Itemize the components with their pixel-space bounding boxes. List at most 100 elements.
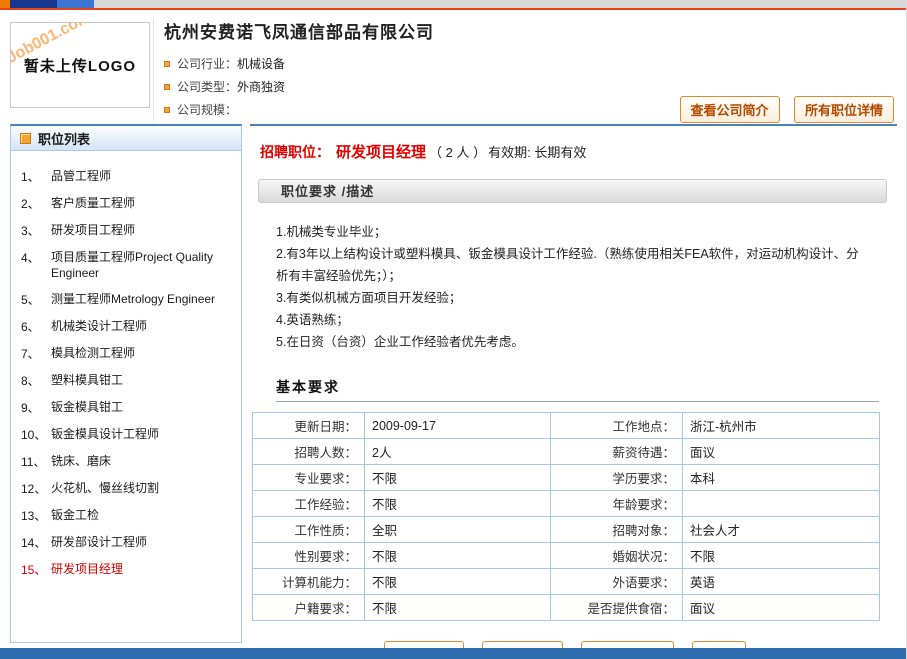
req-value: 2009-09-17	[365, 413, 551, 439]
job-list-item[interactable]: 2、客户质量工程师	[21, 190, 237, 217]
topbar-blue-segment	[57, 0, 94, 8]
job-item-label: 项目质量工程师Project Quality Engineer	[51, 249, 237, 281]
job-list-header: 职位列表	[11, 126, 241, 151]
job-item-number: 6、	[21, 318, 51, 335]
list-icon	[20, 133, 31, 144]
company-logo-placeholder: Job001.com 暂未上传LOGO	[10, 22, 150, 108]
logo-placeholder-text: 暂未上传LOGO	[24, 55, 136, 76]
job-item-label: 测量工程师Metrology Engineer	[51, 291, 237, 308]
table-row: 工作经验：不限年龄要求：	[253, 491, 880, 517]
job-item-label: 钣金模具设计工程师	[51, 426, 237, 443]
job-item-label: 研发项目经理	[51, 561, 237, 578]
req-value: 不限	[365, 569, 551, 595]
bottom-bar	[0, 648, 906, 659]
job-item-number: 5、	[21, 291, 51, 308]
req-value: 全职	[365, 517, 551, 543]
description-section-header: 职位要求 /描述	[258, 179, 887, 203]
req-label: 学历要求：	[551, 465, 683, 491]
job-item-number: 15、	[21, 561, 51, 578]
requirements-table: 更新日期：2009-09-17工作地点：浙江-杭州市招聘人数：2人薪资待遇：面议…	[252, 412, 880, 621]
req-value: 2人	[365, 439, 551, 465]
req-label: 薪资待遇：	[551, 439, 683, 465]
job-item-number: 2、	[21, 195, 51, 212]
job-list-item[interactable]: 4、项目质量工程师Project Quality Engineer	[21, 244, 237, 286]
description-line: 3.有类似机械方面项目开发经验；	[276, 287, 861, 309]
requirements-table-body: 更新日期：2009-09-17工作地点：浙江-杭州市招聘人数：2人薪资待遇：面议…	[253, 413, 880, 621]
table-row: 户籍要求：不限是否提供食宿：面议	[253, 595, 880, 621]
job-item-label: 钣金模具钳工	[51, 399, 237, 416]
position-name: 研发项目经理	[336, 144, 426, 161]
job-list-item[interactable]: 3、研发项目工程师	[21, 217, 237, 244]
req-label: 户籍要求：	[253, 595, 365, 621]
job-list-item[interactable]: 15、研发项目经理	[21, 556, 237, 583]
all-jobs-detail-button[interactable]: 所有职位详情	[794, 96, 894, 123]
job-list-item[interactable]: 13、钣金工检	[21, 502, 237, 529]
job-list-item[interactable]: 5、测量工程师Metrology Engineer	[21, 286, 237, 313]
description-title: 职位要求 /描述	[281, 184, 374, 199]
description-line: 4.英语熟练；	[276, 309, 861, 331]
view-company-profile-button[interactable]: 查看公司简介	[680, 96, 780, 123]
company-header: Job001.com 暂未上传LOGO 杭州安费诺飞凤通信部品有限公司 公司行业…	[0, 10, 906, 122]
field-value: 外商独资	[237, 78, 285, 95]
job-list-item[interactable]: 10、钣金模具设计工程师	[21, 421, 237, 448]
header-buttons: 查看公司简介 所有职位详情	[670, 96, 894, 123]
job-item-label: 机械类设计工程师	[51, 318, 237, 335]
table-row: 招聘人数：2人薪资待遇：面议	[253, 439, 880, 465]
position-label: 招聘职位：	[260, 144, 330, 160]
job-item-label: 研发项目工程师	[51, 222, 237, 239]
req-label: 性别要求：	[253, 543, 365, 569]
table-row: 更新日期：2009-09-17工作地点：浙江-杭州市	[253, 413, 880, 439]
bullet-icon	[164, 107, 170, 113]
description-line: 2.有3年以上结构设计或塑料模具、钣金模具设计工作经验.（熟练使用相关FEA软件…	[276, 243, 861, 287]
field-value: 机械设备	[237, 55, 285, 72]
req-label: 招聘人数：	[253, 439, 365, 465]
basic-requirements-title: 基本要求	[276, 379, 340, 395]
topbar-gray-segment	[94, 0, 906, 8]
req-label: 工作地点：	[551, 413, 683, 439]
job-item-label: 模具检测工程师	[51, 345, 237, 362]
req-value: 不限	[365, 491, 551, 517]
field-label: 公司规模：	[177, 101, 237, 118]
req-value: 面议	[683, 595, 880, 621]
req-label: 招聘对象：	[551, 517, 683, 543]
bullet-icon	[164, 61, 170, 67]
sidebar: 职位列表 1、品管工程师2、客户质量工程师3、研发项目工程师4、项目质量工程师P…	[10, 124, 242, 643]
job-item-number: 10、	[21, 426, 51, 443]
job-list-item[interactable]: 8、塑料模具钳工	[21, 367, 237, 394]
job-item-label: 研发部设计工程师	[51, 534, 237, 551]
job-item-number: 9、	[21, 399, 51, 416]
description-line: 5.在日资（台资）企业工作经验者优先考虑。	[276, 331, 861, 353]
req-label: 婚姻状况：	[551, 543, 683, 569]
req-value: 英语	[683, 569, 880, 595]
job-list-item[interactable]: 6、机械类设计工程师	[21, 313, 237, 340]
job-item-number: 7、	[21, 345, 51, 362]
req-value: 不限	[365, 465, 551, 491]
field-label: 公司行业：	[177, 55, 237, 72]
job-list-item[interactable]: 14、研发部设计工程师	[21, 529, 237, 556]
table-row: 性别要求：不限婚姻状况：不限	[253, 543, 880, 569]
job-item-label: 钣金工检	[51, 507, 237, 524]
company-name: 杭州安费诺飞凤通信部品有限公司	[164, 18, 434, 43]
page: Job001.com 暂未上传LOGO 杭州安费诺飞凤通信部品有限公司 公司行业…	[0, 0, 907, 659]
table-row: 专业要求：不限学历要求：本科	[253, 465, 880, 491]
job-list: 1、品管工程师2、客户质量工程师3、研发项目工程师4、项目质量工程师Projec…	[11, 151, 241, 583]
job-list-item[interactable]: 1、品管工程师	[21, 163, 237, 190]
topbar-navy-segment	[10, 0, 57, 8]
job-list-item[interactable]: 12、火花机、慢丝线切割	[21, 475, 237, 502]
job-item-label: 品管工程师	[51, 168, 237, 185]
company-info: 杭州安费诺飞凤通信部品有限公司 公司行业：机械设备公司类型：外商独资公司规模：	[153, 18, 434, 121]
job-item-number: 1、	[21, 168, 51, 185]
req-value: 不限	[365, 543, 551, 569]
company-field: 公司类型：外商独资	[164, 75, 434, 98]
job-list-item[interactable]: 9、钣金模具钳工	[21, 394, 237, 421]
position-headcount: （ 2 人 ）	[429, 145, 486, 160]
job-item-label: 铣床、磨床	[51, 453, 237, 470]
topbar-orange-segment	[0, 0, 10, 8]
description-line: 1.机械类专业毕业；	[276, 221, 861, 243]
req-label: 专业要求：	[253, 465, 365, 491]
table-row: 计算机能力：不限外语要求：英语	[253, 569, 880, 595]
req-label: 计算机能力：	[253, 569, 365, 595]
job-list-item[interactable]: 11、铣床、磨床	[21, 448, 237, 475]
job-list-item[interactable]: 7、模具检测工程师	[21, 340, 237, 367]
req-label: 工作经验：	[253, 491, 365, 517]
